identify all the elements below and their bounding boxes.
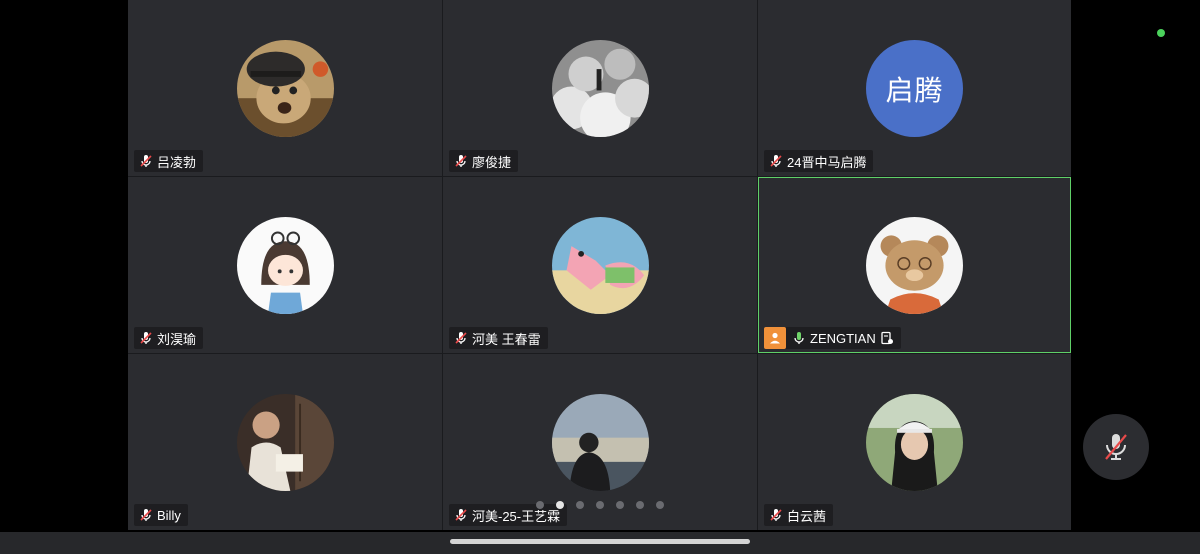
mic-muted-icon [140, 509, 152, 521]
participant-tile-active-speaker[interactable]: ZENGTIAN [758, 177, 1071, 353]
participant-name: 吕凌勃 [157, 154, 197, 170]
name-tag: 吕凌勃 [134, 150, 204, 172]
participant-tile[interactable]: 廖俊捷 [443, 0, 757, 176]
mute-toggle-button[interactable] [1083, 414, 1149, 480]
name-tag: 河美 王春雷 [449, 327, 548, 349]
avatar [551, 217, 649, 314]
participant-name: 白云茜 [787, 508, 827, 524]
mic-muted-icon [770, 509, 782, 521]
avatar [866, 217, 963, 314]
mic-muted-icon [455, 332, 467, 344]
avatar [236, 40, 334, 137]
person-sunset-avatar-image [551, 394, 649, 491]
woman-cap-avatar-image [866, 394, 963, 491]
page-dot[interactable] [536, 501, 544, 509]
participant-tile[interactable]: 启腾 24晋中马启腾 [758, 0, 1071, 176]
clouds-avatar-image [551, 40, 649, 137]
mic-muted-icon [770, 155, 782, 167]
participant-tile[interactable]: 白云茜 [758, 354, 1071, 530]
cartoon-girl-avatar-image [236, 217, 334, 314]
participant-name: 河美 王春雷 [472, 331, 541, 347]
participant-tile[interactable]: 吕凌勃 [128, 0, 442, 176]
mic-muted-icon [455, 155, 467, 167]
mic-muted-icon [140, 332, 152, 344]
avatar [236, 394, 334, 491]
cat-avatar-image [236, 40, 334, 137]
avatar-initials: 启腾 [866, 40, 963, 137]
participant-tile[interactable]: 河美 王春雷 [443, 177, 757, 353]
name-tag: ZENGTIAN [764, 327, 901, 349]
participant-name: 24晋中马启腾 [787, 154, 867, 170]
device-info-icon [881, 331, 893, 345]
avatar [236, 217, 334, 314]
name-tag: Billy [134, 504, 188, 526]
page-dot-current[interactable] [556, 501, 564, 509]
camera-in-use-indicator [1157, 29, 1165, 37]
page-dot[interactable] [636, 501, 644, 509]
page-dot[interactable] [596, 501, 604, 509]
reading-person-avatar-image [236, 394, 334, 491]
patrick-avatar-image [551, 217, 649, 314]
participant-name: 刘淏瑜 [157, 331, 197, 347]
host-badge [764, 327, 786, 349]
participant-tile[interactable]: 刘淏瑜 [128, 177, 442, 353]
mic-off-icon [1105, 434, 1127, 460]
name-tag: 刘淏瑜 [134, 327, 204, 349]
page-dot[interactable] [656, 501, 664, 509]
person-icon [770, 332, 780, 344]
participant-name: Billy [157, 507, 181, 523]
participant-name: 廖俊捷 [472, 154, 512, 170]
mic-muted-icon [140, 155, 152, 167]
name-tag: 24晋中马启腾 [764, 150, 874, 172]
mic-muted-icon [455, 509, 467, 521]
video-grid: 吕凌勃 廖俊捷 启腾 24晋中马启腾 刘淏瑜 河美 王春雷 ZENGTIAN B… [128, 0, 1071, 530]
avatar [866, 394, 963, 491]
participant-name: ZENGTIAN [810, 330, 876, 346]
name-tag: 廖俊捷 [449, 150, 519, 172]
page-dot[interactable] [616, 501, 624, 509]
mic-active-icon [794, 332, 804, 344]
page-dot[interactable] [576, 501, 584, 509]
avatar [551, 394, 649, 491]
avatar: 启腾 [866, 40, 963, 137]
bear-avatar-image [866, 217, 963, 314]
avatar [551, 40, 649, 137]
name-tag: 白云茜 [764, 504, 834, 526]
home-indicator[interactable] [450, 539, 750, 544]
page-indicator[interactable] [536, 501, 664, 509]
participant-tile[interactable]: Billy [128, 354, 442, 530]
